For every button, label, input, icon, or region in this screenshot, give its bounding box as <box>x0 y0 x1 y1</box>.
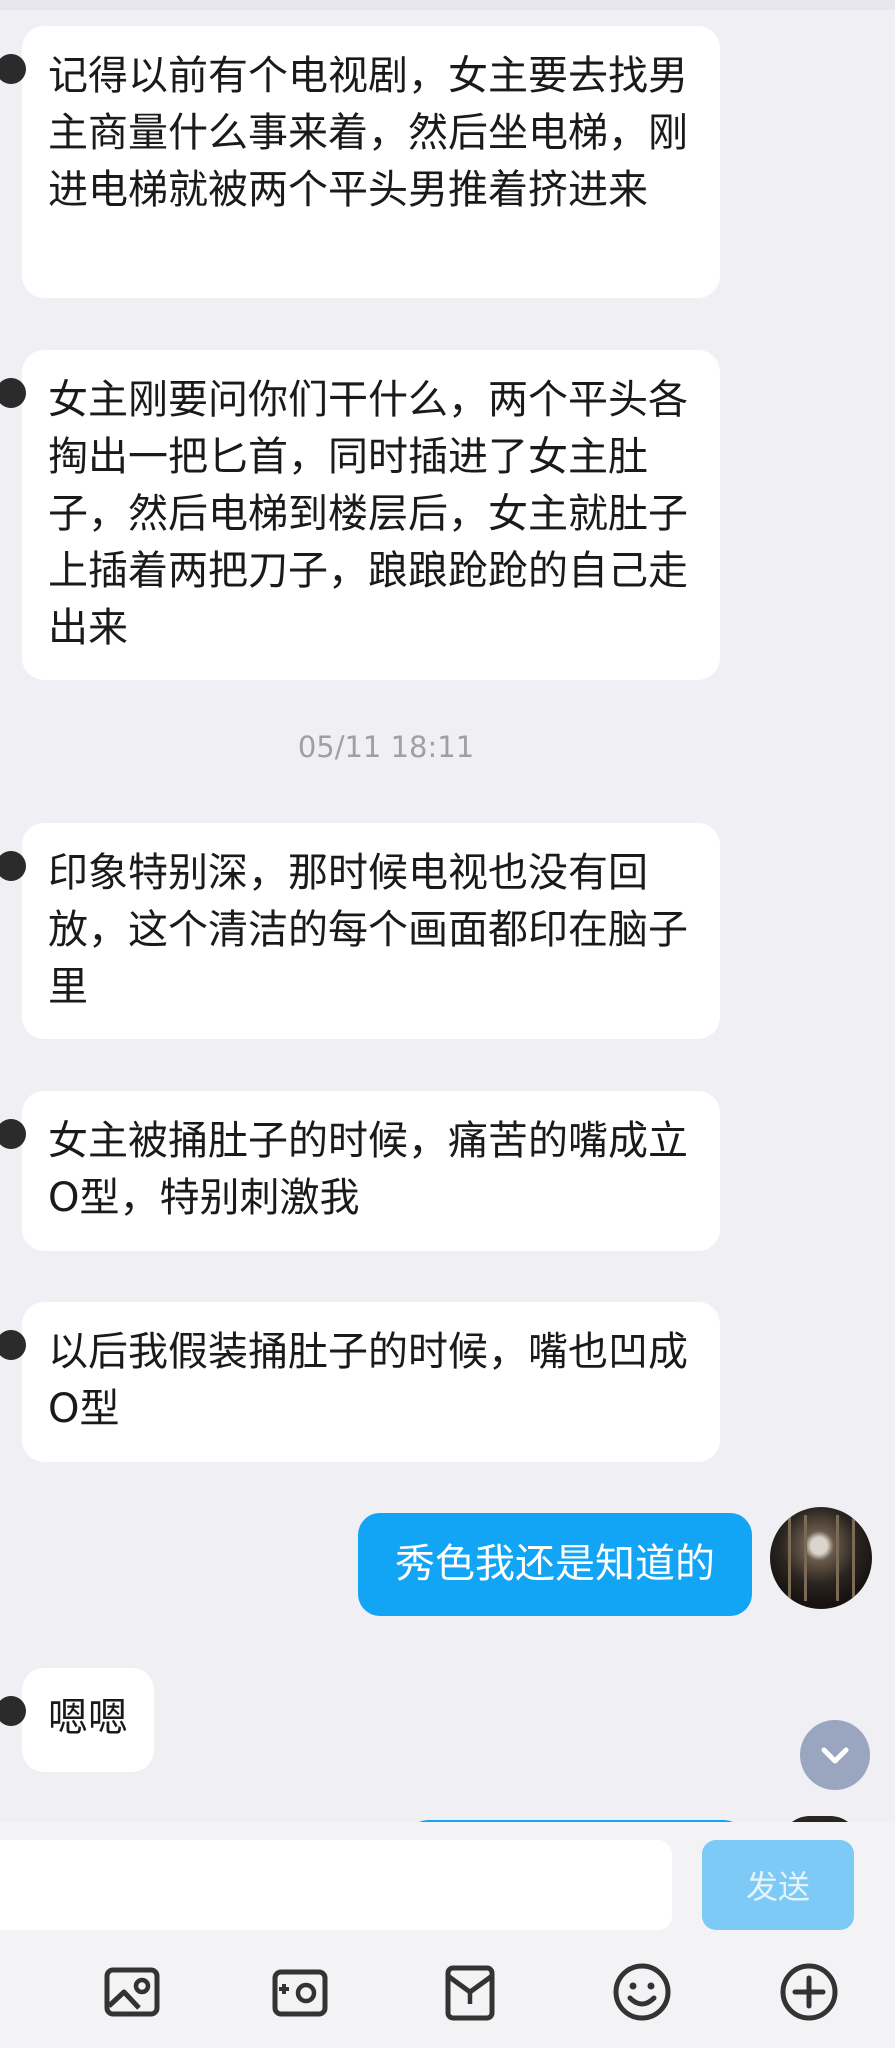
message-input[interactable] <box>0 1840 672 1930</box>
image-icon[interactable] <box>100 1960 164 2024</box>
outgoing-message[interactable]: 秀色我还是知道的 <box>358 1513 752 1616</box>
message-text: 记得以前有个电视剧，女主要去找男主商量什么事来着，然后坐电梯，刚进电梯就被两个平… <box>48 53 688 213</box>
sender-avatar[interactable] <box>0 1696 26 1726</box>
sender-avatar[interactable] <box>0 1119 26 1149</box>
incoming-message[interactable]: 女主刚要问你们干什么，两个平头各掏出一把匕首，同时插进了女主肚子，然后电梯到楼层… <box>0 350 720 680</box>
message-timestamp: 05/11 18:11 <box>297 730 475 764</box>
plus-icon[interactable] <box>777 1960 841 2024</box>
incoming-message[interactable]: 以后我假装捅肚子的时候，嘴也凹成O型 <box>0 1302 720 1462</box>
incoming-message[interactable]: 记得以前有个电视剧，女主要去找男主商量什么事来着，然后坐电梯，刚进电梯就被两个平… <box>0 26 720 298</box>
message-text: 秀色我还是知道的 <box>395 1541 715 1587</box>
sender-avatar[interactable] <box>0 851 26 881</box>
emoji-icon[interactable] <box>610 1960 674 2024</box>
sender-avatar[interactable] <box>0 1330 26 1360</box>
message-text: 女主被捅肚子的时候，痛苦的嘴成立O型，特别刺激我 <box>48 1118 688 1221</box>
incoming-message[interactable]: 女主被捅肚子的时候，痛苦的嘴成立O型，特别刺激我 <box>0 1091 720 1251</box>
message-text: 女主刚要问你们干什么，两个平头各掏出一把匕首，同时插进了女主肚子，然后电梯到楼层… <box>48 377 688 651</box>
top-divider <box>0 0 895 10</box>
chevron-down-icon <box>821 1747 849 1764</box>
send-button[interactable]: 发送 <box>702 1840 854 1930</box>
red-packet-icon[interactable] <box>438 1960 502 2024</box>
camera-icon[interactable] <box>268 1960 332 2024</box>
incoming-message[interactable]: 嗯嗯 <box>0 1668 154 1772</box>
message-text: 印象特别深，那时候电视也没有回放，这个清洁的每个画面都印在脑子里 <box>48 850 688 1010</box>
my-avatar[interactable] <box>770 1507 872 1609</box>
sender-avatar[interactable] <box>0 54 26 84</box>
incoming-message[interactable]: 印象特别深，那时候电视也没有回放，这个清洁的每个画面都印在脑子里 <box>0 823 720 1039</box>
sender-avatar[interactable] <box>0 378 26 408</box>
message-text: 以后我假装捅肚子的时候，嘴也凹成O型 <box>48 1329 688 1432</box>
scroll-to-bottom-button[interactable] <box>800 1720 870 1790</box>
message-text: 嗯嗯 <box>48 1695 128 1741</box>
chat-screen: 记得以前有个电视剧，女主要去找男主商量什么事来着，然后坐电梯，刚进电梯就被两个平… <box>0 0 895 2048</box>
